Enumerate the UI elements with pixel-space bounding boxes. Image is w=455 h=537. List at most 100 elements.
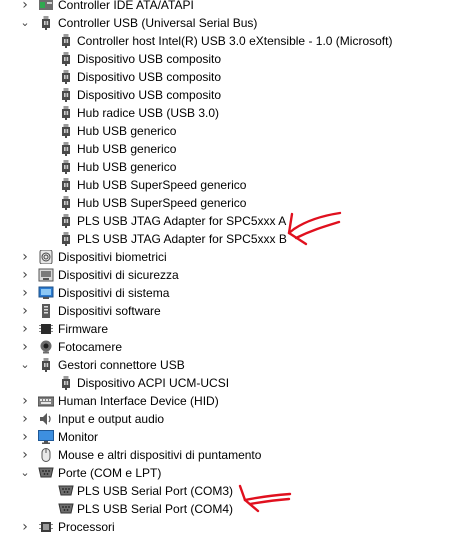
ide-controller-icon	[38, 0, 54, 12]
tree-device-item[interactable]: PLS USB JTAG Adapter for SPC5xxx A	[0, 212, 455, 230]
tree-category[interactable]: › Input e output audio	[0, 410, 455, 428]
tree-item-label: Hub USB SuperSpeed generico	[77, 178, 247, 192]
tree-item-label: PLS USB Serial Port (COM4)	[77, 502, 234, 516]
tree-item-label: Controller host Intel(R) USB 3.0 eXtensi…	[77, 34, 393, 48]
tree-category[interactable]: ⌄ Gestori connettore USB	[0, 356, 455, 374]
chevron-right-icon[interactable]: ›	[18, 302, 32, 320]
tree-device-item[interactable]: Hub USB generico	[0, 158, 455, 176]
tree-device-item[interactable]: Dispositivo USB composito	[0, 50, 455, 68]
tree-device-item[interactable]: Hub USB generico	[0, 122, 455, 140]
tree-item-label: Hub USB generico	[77, 124, 177, 138]
chevron-down-icon[interactable]: ⌄	[18, 464, 32, 482]
tree-device-item[interactable]: Hub USB generico	[0, 140, 455, 158]
tree-device-item[interactable]: Dispositivo ACPI UCM-UCSI	[0, 374, 455, 392]
tree-item-label: Dispositivo USB composito	[77, 70, 222, 84]
system-device-icon	[38, 286, 54, 300]
keyboard-icon	[38, 394, 54, 408]
tree-category[interactable]: › Mouse e altri dispositivi di puntamento	[0, 446, 455, 464]
tree-category[interactable]: ⌄ Controller USB (Universal Serial Bus)	[0, 14, 455, 32]
chevron-right-icon[interactable]: ›	[18, 410, 32, 428]
usb-plug-icon	[38, 16, 54, 30]
tree-item-label: Hub USB generico	[77, 160, 177, 174]
tree-item-label: Porte (COM e LPT)	[58, 466, 162, 480]
port-icon	[58, 502, 74, 516]
tree-item-label: Dispositivi di sistema	[58, 286, 170, 300]
device-tree: › Controller IDE ATA/ATAPI ⌄ Controller USB…	[0, 0, 455, 536]
firmware-chip-icon	[38, 322, 54, 336]
webcam-icon	[38, 340, 54, 354]
tree-item-label: Hub radice USB (USB 3.0)	[77, 106, 220, 120]
tree-item-label: PLS USB JTAG Adapter for SPC5xxx B	[77, 232, 287, 246]
tree-category[interactable]: › Controller IDE ATA/ATAPI	[0, 0, 455, 14]
tree-device-item[interactable]: Dispositivo USB composito	[0, 68, 455, 86]
tree-item-label: Dispositivo ACPI UCM-UCSI	[77, 376, 230, 390]
tree-item-label: Hub USB SuperSpeed generico	[77, 196, 247, 210]
usb-plug-icon	[58, 52, 74, 66]
tree-device-item[interactable]: Hub radice USB (USB 3.0)	[0, 104, 455, 122]
tree-item-label: Dispositivo USB composito	[77, 52, 222, 66]
tree-item-label: Firmware	[58, 322, 108, 336]
chevron-down-icon[interactable]: ⌄	[18, 356, 32, 374]
processor-chip-icon	[38, 520, 54, 534]
tree-item-label: Input e output audio	[58, 412, 165, 426]
chevron-right-icon[interactable]: ›	[18, 518, 32, 536]
usb-plug-icon	[58, 232, 74, 246]
tree-item-label: Monitor	[58, 430, 99, 444]
tree-category[interactable]: › Human Interface Device (HID)	[0, 392, 455, 410]
tree-item-label: PLS USB Serial Port (COM3)	[77, 484, 234, 498]
tree-item-label: Processori	[58, 520, 115, 534]
security-device-icon	[38, 268, 54, 282]
tree-item-label: Hub USB generico	[77, 142, 177, 156]
chevron-right-icon[interactable]: ›	[18, 320, 32, 338]
usb-plug-icon	[58, 178, 74, 192]
chevron-right-icon[interactable]: ›	[18, 266, 32, 284]
tree-category[interactable]: › Dispositivi biometrici	[0, 248, 455, 266]
usb-plug-icon	[58, 124, 74, 138]
chevron-right-icon[interactable]: ›	[18, 392, 32, 410]
tree-item-label: Dispositivo USB composito	[77, 88, 222, 102]
tree-device-item[interactable]: PLS USB Serial Port (COM4)	[0, 500, 455, 518]
port-icon	[38, 466, 54, 480]
tree-item-label: Mouse e altri dispositivi di puntamento	[58, 448, 262, 462]
tree-item-label: Fotocamere	[58, 340, 123, 354]
chevron-right-icon[interactable]: ›	[18, 284, 32, 302]
tree-device-item[interactable]: PLS USB Serial Port (COM3)	[0, 482, 455, 500]
chevron-right-icon[interactable]: ›	[18, 338, 32, 356]
usb-plug-icon	[58, 214, 74, 228]
tree-category[interactable]: › Monitor	[0, 428, 455, 446]
software-device-icon	[38, 304, 54, 318]
chevron-right-icon[interactable]: ›	[18, 446, 32, 464]
tree-category[interactable]: › Firmware	[0, 320, 455, 338]
speaker-icon	[38, 412, 54, 426]
tree-category[interactable]: › Fotocamere	[0, 338, 455, 356]
usb-plug-icon	[58, 88, 74, 102]
tree-device-item[interactable]: Dispositivo USB composito	[0, 86, 455, 104]
tree-item-label: Dispositivi di sicurezza	[58, 268, 179, 282]
usb-plug-icon	[58, 70, 74, 84]
tree-category[interactable]: › Dispositivi software	[0, 302, 455, 320]
tree-item-label: Controller IDE ATA/ATAPI	[58, 0, 194, 12]
chevron-down-icon[interactable]: ⌄	[18, 14, 32, 32]
tree-device-item[interactable]: PLS USB JTAG Adapter for SPC5xxx B	[0, 230, 455, 248]
tree-category[interactable]: › Dispositivi di sistema	[0, 284, 455, 302]
usb-plug-icon	[58, 106, 74, 120]
tree-category[interactable]: › Dispositivi di sicurezza	[0, 266, 455, 284]
tree-item-label: Gestori connettore USB	[58, 358, 185, 372]
tree-category[interactable]: ⌄ Porte (COM e LPT)	[0, 464, 455, 482]
tree-device-item[interactable]: Hub USB SuperSpeed generico	[0, 176, 455, 194]
monitor-icon	[38, 430, 54, 444]
tree-device-item[interactable]: Hub USB SuperSpeed generico	[0, 194, 455, 212]
tree-category[interactable]: › Processori	[0, 518, 455, 536]
tree-device-item[interactable]: Controller host Intel(R) USB 3.0 eXtensi…	[0, 32, 455, 50]
tree-item-label: Human Interface Device (HID)	[58, 394, 219, 408]
chevron-right-icon[interactable]: ›	[18, 428, 32, 446]
fingerprint-icon	[38, 250, 54, 264]
chevron-right-icon[interactable]: ›	[18, 248, 32, 266]
usb-plug-icon	[58, 34, 74, 48]
usb-plug-icon	[58, 376, 74, 390]
usb-plug-icon	[38, 358, 54, 372]
tree-item-label: Dispositivi biometrici	[58, 250, 167, 264]
chevron-right-icon[interactable]: ›	[18, 0, 32, 14]
usb-plug-icon	[58, 160, 74, 174]
port-icon	[58, 484, 74, 498]
